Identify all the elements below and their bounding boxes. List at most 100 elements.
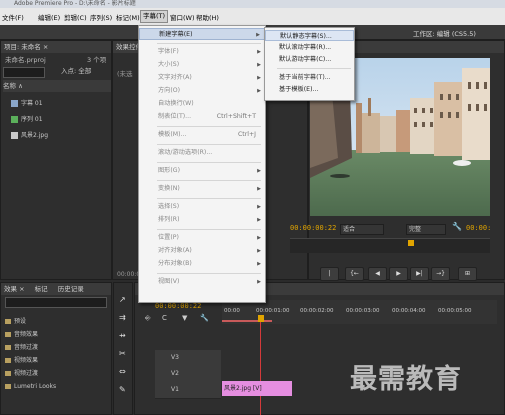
folder-icon	[5, 358, 11, 363]
project-tab[interactable]: 项目: 未命名 ×	[1, 41, 111, 53]
export-frame-button[interactable]: ⊞	[458, 267, 477, 281]
menu-item-arrange[interactable]: 排列(R) ▶	[139, 214, 265, 226]
menu-item-font[interactable]: 字体(F) ▶	[139, 46, 265, 58]
ruler-label: 00:00	[224, 308, 240, 314]
marker-icon[interactable]: ▼	[182, 314, 187, 322]
menu-item-align-objects[interactable]: 对齐对象(A) ▶	[139, 245, 265, 257]
step-forward-button[interactable]: ▶|	[410, 267, 429, 281]
menu-item-default-crawl[interactable]: 默认游动字幕(C)...	[265, 54, 354, 65]
list-item[interactable]: 序列 01	[11, 113, 43, 127]
ripple-edit-icon[interactable]: ⇸	[119, 331, 126, 340]
menu-help[interactable]: 帮助(H)	[196, 12, 219, 22]
workspace-label[interactable]: 工作区: 编辑 (CS5.5)	[413, 28, 476, 38]
title-menu: 新建字幕(E) ▶ 字体(F) ▶ 大小(S) ▶ 文字对齐(A) ▶ 方向(O) ▶ 自…	[138, 25, 266, 303]
timeline-timecode: 00:00:00:22	[155, 302, 202, 310]
submenu-arrow-icon: ▶	[257, 204, 261, 210]
window-title: Adobe Premiere Pro - D:\未命名 - 影片标题	[0, 0, 505, 8]
menu-item-default-roll[interactable]: 默认滚动字幕(R)...	[265, 42, 354, 53]
folder-lumetri-looks[interactable]: Lumetri Looks	[5, 380, 56, 394]
menu-window[interactable]: 窗口(W)	[170, 12, 195, 22]
menu-separator	[157, 126, 261, 127]
pen-tool-icon[interactable]: ✎	[119, 385, 126, 394]
folder-video-transitions[interactable]: 视频过渡	[5, 367, 38, 381]
ruler-label: 00:00:03:00	[346, 308, 380, 314]
menu-separator	[277, 68, 351, 69]
effects-search-input[interactable]	[5, 297, 107, 308]
razor-tool-icon[interactable]: ✂	[119, 349, 126, 358]
menu-file[interactable]: 文件(F)	[2, 12, 24, 22]
timeline-wrench-icon[interactable]: 🔧	[200, 314, 209, 322]
menu-item-new-title[interactable]: 新建字幕(E) ▶	[139, 28, 265, 40]
tab-effects[interactable]: 效果 ×	[4, 285, 25, 293]
menu-item-tab-stops[interactable]: 制表位(T)... Ctrl+Shift+T	[139, 111, 265, 123]
program-timecode: 00:00:00:22	[290, 224, 337, 232]
menu-item-word-wrap[interactable]: 自动换行(W)	[139, 98, 265, 110]
play-button[interactable]: ▶	[389, 267, 408, 281]
tools-panel: ↗ ⇉ ⇸ ✂ ⇔ ✎	[113, 282, 133, 415]
ruler-label: 00:00:01:00	[256, 308, 290, 314]
add-marker-button[interactable]: |	[320, 267, 339, 281]
timeline-clip[interactable]: 风景2.jpg [V]	[222, 381, 292, 396]
submenu-arrow-icon: ▶	[257, 168, 261, 174]
program-scrubber[interactable]	[290, 238, 490, 253]
submenu-arrow-icon: ▶	[257, 186, 261, 192]
effects-tabs: 效果 × 标记 历史记录	[1, 283, 111, 295]
menu-sequence[interactable]: 序列(S)	[90, 12, 112, 22]
menu-item-select[interactable]: 选择(S) ▶	[139, 201, 265, 213]
tab-markers[interactable]: 标记	[35, 285, 48, 293]
menu-item-distribute-objects[interactable]: 分布对象(B) ▶	[139, 258, 265, 270]
menu-item-transform[interactable]: 变换(N) ▶	[139, 183, 265, 195]
source-hint: (未选	[117, 70, 133, 78]
track-header-v2[interactable]: V2	[155, 366, 221, 383]
project-search-input[interactable]	[3, 67, 45, 78]
menu-title[interactable]: 字幕(T)	[140, 10, 169, 23]
submenu-arrow-icon: ▶	[257, 88, 261, 94]
folder-video-effects[interactable]: 视频效果	[5, 354, 38, 368]
name-column-header[interactable]: 名称 ∧	[3, 80, 111, 92]
menu-edit[interactable]: 编辑(E)	[38, 12, 60, 22]
folder-audio-effects[interactable]: 音频效果	[5, 328, 38, 342]
track-select-icon[interactable]: ⇉	[119, 313, 126, 322]
mark-out-button[interactable]: →}	[431, 267, 450, 281]
menu-item-based-on-current[interactable]: 基于当前字幕(T)...	[265, 72, 354, 83]
folder-audio-transitions[interactable]: 音频过渡	[5, 341, 38, 355]
menu-item-roll-crawl[interactable]: 滚动/游动选项(R)...	[139, 147, 265, 159]
menu-item-size[interactable]: 大小(S) ▶	[139, 59, 265, 71]
list-item[interactable]: 字幕 01	[11, 97, 43, 111]
slip-tool-icon[interactable]: ⇔	[119, 367, 126, 376]
mark-in-button[interactable]: {←	[345, 267, 364, 281]
menu-item-text-align[interactable]: 文字对齐(A) ▶	[139, 72, 265, 84]
menu-item-templates[interactable]: 模板(M)... Ctrl+J	[139, 129, 265, 141]
selection-tool-icon[interactable]: ↗	[119, 295, 126, 304]
snap-icon[interactable]: ⎆	[145, 314, 151, 323]
fit-dropdown[interactable]: 适合	[340, 224, 384, 235]
timeline-ruler[interactable]: 00:00 00:00:01:00 00:00:02:00 00:00:03:0…	[222, 300, 497, 324]
in-point-dropdown[interactable]: 入点: 全部	[61, 65, 91, 77]
program-duration: 00:00:	[466, 224, 492, 232]
linked-selection-icon[interactable]: C	[162, 314, 167, 322]
playhead-marker[interactable]	[408, 240, 414, 246]
submenu-arrow-icon: ▶	[257, 217, 261, 223]
menu-item-graphic[interactable]: 图形(G) ▶	[139, 165, 265, 177]
folder-presets[interactable]: 预设	[5, 315, 26, 329]
menu-item-based-on-template[interactable]: 基于模板(E)...	[265, 84, 354, 95]
menu-item-default-still[interactable]: 默认静态字幕(S)...	[265, 30, 354, 41]
menu-item-view[interactable]: 视图(V) ▶	[139, 276, 265, 288]
menu-separator	[157, 273, 261, 274]
track-header-v3[interactable]: V3	[155, 350, 221, 367]
submenu-arrow-icon: ▶	[257, 235, 261, 241]
folder-icon	[5, 384, 11, 389]
resolution-dropdown[interactable]: 完整	[406, 224, 446, 235]
menu-item-orientation[interactable]: 方向(O) ▶	[139, 85, 265, 97]
track-header-v1[interactable]: V1	[155, 382, 221, 399]
list-item[interactable]: 风景2.jpg	[11, 129, 48, 143]
timeline-playhead-handle[interactable]	[258, 315, 264, 322]
tab-history[interactable]: 历史记录	[58, 285, 84, 293]
wrench-icon[interactable]: 🔧	[452, 222, 462, 231]
step-back-button[interactable]: ◀	[368, 267, 387, 281]
menu-bar: 文件(F) 编辑(E) 剪辑(C) 序列(S) 标记(M) 字幕(T) 窗口(W…	[0, 8, 505, 25]
menu-clip[interactable]: 剪辑(C)	[64, 12, 87, 22]
menu-marker[interactable]: 标记(M)	[116, 12, 140, 22]
menu-item-position[interactable]: 位置(P) ▶	[139, 232, 265, 244]
work-area-bar[interactable]	[222, 320, 272, 322]
